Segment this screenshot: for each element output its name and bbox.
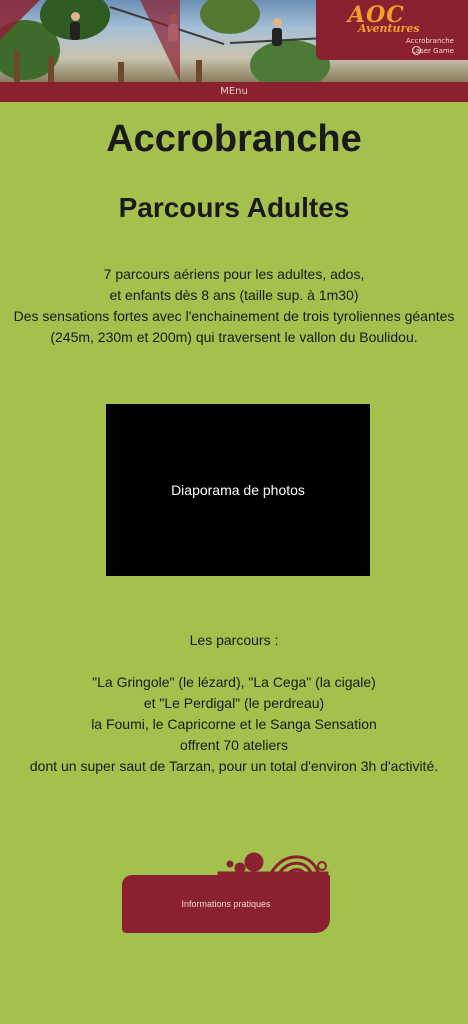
logo-line-accrobranche: Accrobranche <box>405 37 454 45</box>
header-banner: AOC Aventures Accrobranche Laser Game <box>0 0 468 82</box>
info-block: Informations pratiques <box>118 850 332 936</box>
parcours-line: et "Le Perdigal" (le perdreau) <box>143 695 325 711</box>
slideshow-label: Diaporama de photos <box>171 482 305 498</box>
logo-brand-sub: Aventures <box>358 22 420 35</box>
parcours-line: offrent 70 ateliers <box>180 737 288 753</box>
parcours-line: la Foumi, le Capricorne et le Sanga Sens… <box>91 716 377 732</box>
logo[interactable]: AOC Aventures Accrobranche Laser Game <box>316 0 468 60</box>
logo-line-laser: Laser Game <box>411 47 454 55</box>
intro-line: Des sensations fortes avec l'enchainemen… <box>13 308 455 324</box>
photo-slideshow[interactable]: Diaporama de photos <box>106 404 370 576</box>
climber-figure <box>272 18 282 46</box>
page-subtitle: Parcours Adultes <box>118 192 350 223</box>
page-title: Accrobranche <box>106 118 362 160</box>
parcours-heading: Les parcours : <box>189 632 279 648</box>
intro-text: 7 parcours aériens pour les adultes, ado… <box>4 264 464 348</box>
intro-line: et enfants dès 8 ans (taille sup. à 1m30… <box>109 287 359 303</box>
parcours-line: dont un super saut de Tarzan, pour un to… <box>29 758 439 774</box>
climber-figure <box>70 12 80 40</box>
intro-line: (245m, 230m et 200m) qui traversent le v… <box>50 329 418 345</box>
practical-info-button[interactable]: Informations pratiques <box>122 875 330 933</box>
parcours-line: "La Gringole" (le lézard), "La Cega" (la… <box>92 674 376 690</box>
menu-button[interactable]: MEnu <box>0 82 468 102</box>
intro-line: 7 parcours aériens pour les adultes, ado… <box>103 266 365 282</box>
parcours-section: Les parcours : "La Gringole" (le lézard)… <box>2 630 466 777</box>
